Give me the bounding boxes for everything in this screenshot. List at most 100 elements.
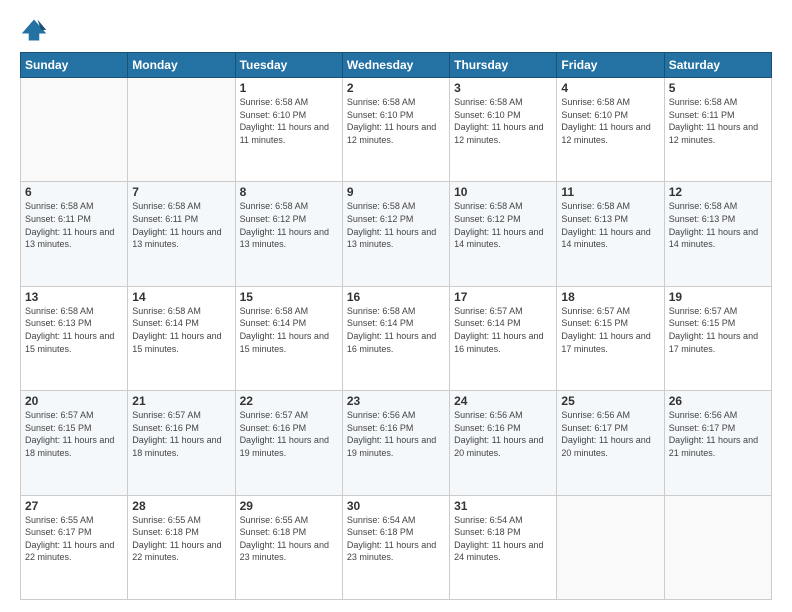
day-header-wednesday: Wednesday <box>342 53 449 78</box>
calendar-week-row: 27Sunrise: 6:55 AMSunset: 6:17 PMDayligh… <box>21 495 772 599</box>
day-number: 6 <box>25 185 123 199</box>
day-number: 5 <box>669 81 767 95</box>
day-number: 21 <box>132 394 230 408</box>
day-number: 28 <box>132 499 230 513</box>
day-info: Sunrise: 6:57 AMSunset: 6:14 PMDaylight:… <box>454 305 552 355</box>
day-header-saturday: Saturday <box>664 53 771 78</box>
calendar-cell <box>21 78 128 182</box>
day-info: Sunrise: 6:58 AMSunset: 6:13 PMDaylight:… <box>561 200 659 250</box>
day-info: Sunrise: 6:58 AMSunset: 6:10 PMDaylight:… <box>454 96 552 146</box>
calendar-cell: 3Sunrise: 6:58 AMSunset: 6:10 PMDaylight… <box>450 78 557 182</box>
calendar-cell: 19Sunrise: 6:57 AMSunset: 6:15 PMDayligh… <box>664 286 771 390</box>
day-info: Sunrise: 6:57 AMSunset: 6:16 PMDaylight:… <box>132 409 230 459</box>
calendar-cell: 25Sunrise: 6:56 AMSunset: 6:17 PMDayligh… <box>557 391 664 495</box>
calendar-cell: 16Sunrise: 6:58 AMSunset: 6:14 PMDayligh… <box>342 286 449 390</box>
day-info: Sunrise: 6:56 AMSunset: 6:16 PMDaylight:… <box>347 409 445 459</box>
calendar-cell: 23Sunrise: 6:56 AMSunset: 6:16 PMDayligh… <box>342 391 449 495</box>
header <box>20 16 772 44</box>
day-info: Sunrise: 6:58 AMSunset: 6:14 PMDaylight:… <box>132 305 230 355</box>
day-info: Sunrise: 6:58 AMSunset: 6:13 PMDaylight:… <box>669 200 767 250</box>
day-header-sunday: Sunday <box>21 53 128 78</box>
day-header-monday: Monday <box>128 53 235 78</box>
day-number: 12 <box>669 185 767 199</box>
day-info: Sunrise: 6:58 AMSunset: 6:12 PMDaylight:… <box>347 200 445 250</box>
day-info: Sunrise: 6:57 AMSunset: 6:15 PMDaylight:… <box>561 305 659 355</box>
day-info: Sunrise: 6:58 AMSunset: 6:11 PMDaylight:… <box>669 96 767 146</box>
day-info: Sunrise: 6:58 AMSunset: 6:12 PMDaylight:… <box>454 200 552 250</box>
day-info: Sunrise: 6:57 AMSunset: 6:16 PMDaylight:… <box>240 409 338 459</box>
day-number: 9 <box>347 185 445 199</box>
day-info: Sunrise: 6:56 AMSunset: 6:17 PMDaylight:… <box>669 409 767 459</box>
day-number: 29 <box>240 499 338 513</box>
day-number: 11 <box>561 185 659 199</box>
calendar-cell: 21Sunrise: 6:57 AMSunset: 6:16 PMDayligh… <box>128 391 235 495</box>
day-number: 15 <box>240 290 338 304</box>
day-number: 24 <box>454 394 552 408</box>
day-header-tuesday: Tuesday <box>235 53 342 78</box>
day-number: 25 <box>561 394 659 408</box>
calendar-week-row: 13Sunrise: 6:58 AMSunset: 6:13 PMDayligh… <box>21 286 772 390</box>
day-number: 31 <box>454 499 552 513</box>
day-info: Sunrise: 6:57 AMSunset: 6:15 PMDaylight:… <box>669 305 767 355</box>
calendar-week-row: 6Sunrise: 6:58 AMSunset: 6:11 PMDaylight… <box>21 182 772 286</box>
day-number: 22 <box>240 394 338 408</box>
calendar-cell <box>664 495 771 599</box>
day-info: Sunrise: 6:55 AMSunset: 6:17 PMDaylight:… <box>25 514 123 564</box>
calendar-cell: 24Sunrise: 6:56 AMSunset: 6:16 PMDayligh… <box>450 391 557 495</box>
day-info: Sunrise: 6:58 AMSunset: 6:13 PMDaylight:… <box>25 305 123 355</box>
calendar-cell: 8Sunrise: 6:58 AMSunset: 6:12 PMDaylight… <box>235 182 342 286</box>
day-number: 10 <box>454 185 552 199</box>
day-number: 13 <box>25 290 123 304</box>
calendar-week-row: 1Sunrise: 6:58 AMSunset: 6:10 PMDaylight… <box>21 78 772 182</box>
calendar-cell: 28Sunrise: 6:55 AMSunset: 6:18 PMDayligh… <box>128 495 235 599</box>
day-number: 4 <box>561 81 659 95</box>
calendar-cell: 9Sunrise: 6:58 AMSunset: 6:12 PMDaylight… <box>342 182 449 286</box>
day-number: 8 <box>240 185 338 199</box>
day-info: Sunrise: 6:54 AMSunset: 6:18 PMDaylight:… <box>454 514 552 564</box>
calendar-cell: 29Sunrise: 6:55 AMSunset: 6:18 PMDayligh… <box>235 495 342 599</box>
calendar-cell: 7Sunrise: 6:58 AMSunset: 6:11 PMDaylight… <box>128 182 235 286</box>
day-number: 18 <box>561 290 659 304</box>
calendar-cell: 5Sunrise: 6:58 AMSunset: 6:11 PMDaylight… <box>664 78 771 182</box>
day-info: Sunrise: 6:54 AMSunset: 6:18 PMDaylight:… <box>347 514 445 564</box>
day-number: 2 <box>347 81 445 95</box>
day-info: Sunrise: 6:58 AMSunset: 6:10 PMDaylight:… <box>561 96 659 146</box>
calendar-cell: 27Sunrise: 6:55 AMSunset: 6:17 PMDayligh… <box>21 495 128 599</box>
calendar-cell: 15Sunrise: 6:58 AMSunset: 6:14 PMDayligh… <box>235 286 342 390</box>
calendar-cell: 11Sunrise: 6:58 AMSunset: 6:13 PMDayligh… <box>557 182 664 286</box>
day-header-thursday: Thursday <box>450 53 557 78</box>
day-info: Sunrise: 6:57 AMSunset: 6:15 PMDaylight:… <box>25 409 123 459</box>
day-number: 3 <box>454 81 552 95</box>
day-number: 26 <box>669 394 767 408</box>
calendar-cell <box>128 78 235 182</box>
day-info: Sunrise: 6:55 AMSunset: 6:18 PMDaylight:… <box>240 514 338 564</box>
calendar-cell: 17Sunrise: 6:57 AMSunset: 6:14 PMDayligh… <box>450 286 557 390</box>
day-info: Sunrise: 6:58 AMSunset: 6:10 PMDaylight:… <box>347 96 445 146</box>
day-info: Sunrise: 6:58 AMSunset: 6:10 PMDaylight:… <box>240 96 338 146</box>
day-info: Sunrise: 6:55 AMSunset: 6:18 PMDaylight:… <box>132 514 230 564</box>
day-info: Sunrise: 6:58 AMSunset: 6:11 PMDaylight:… <box>25 200 123 250</box>
day-info: Sunrise: 6:58 AMSunset: 6:12 PMDaylight:… <box>240 200 338 250</box>
page: SundayMondayTuesdayWednesdayThursdayFrid… <box>0 0 792 612</box>
calendar-cell: 22Sunrise: 6:57 AMSunset: 6:16 PMDayligh… <box>235 391 342 495</box>
day-number: 23 <box>347 394 445 408</box>
day-number: 30 <box>347 499 445 513</box>
day-info: Sunrise: 6:58 AMSunset: 6:11 PMDaylight:… <box>132 200 230 250</box>
day-number: 16 <box>347 290 445 304</box>
day-number: 19 <box>669 290 767 304</box>
day-info: Sunrise: 6:56 AMSunset: 6:16 PMDaylight:… <box>454 409 552 459</box>
day-number: 20 <box>25 394 123 408</box>
calendar-cell: 31Sunrise: 6:54 AMSunset: 6:18 PMDayligh… <box>450 495 557 599</box>
logo-icon <box>20 16 48 44</box>
logo <box>20 16 52 44</box>
calendar-cell: 2Sunrise: 6:58 AMSunset: 6:10 PMDaylight… <box>342 78 449 182</box>
day-header-friday: Friday <box>557 53 664 78</box>
calendar-cell: 13Sunrise: 6:58 AMSunset: 6:13 PMDayligh… <box>21 286 128 390</box>
day-number: 7 <box>132 185 230 199</box>
day-info: Sunrise: 6:56 AMSunset: 6:17 PMDaylight:… <box>561 409 659 459</box>
day-number: 27 <box>25 499 123 513</box>
calendar-cell: 6Sunrise: 6:58 AMSunset: 6:11 PMDaylight… <box>21 182 128 286</box>
calendar-table: SundayMondayTuesdayWednesdayThursdayFrid… <box>20 52 772 600</box>
day-info: Sunrise: 6:58 AMSunset: 6:14 PMDaylight:… <box>240 305 338 355</box>
calendar-cell: 14Sunrise: 6:58 AMSunset: 6:14 PMDayligh… <box>128 286 235 390</box>
